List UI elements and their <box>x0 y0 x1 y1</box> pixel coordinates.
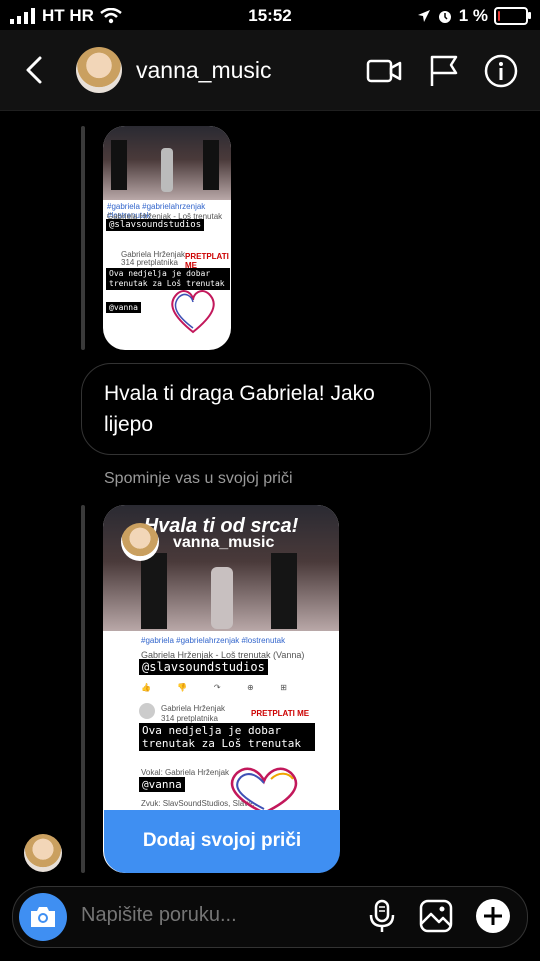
studio-tag: @slavsoundstudios <box>106 219 205 231</box>
reply-thread-line <box>81 126 85 350</box>
message-text: Hvala ti draga Gabriela! Jako lijepo <box>104 382 375 436</box>
chat-header: vanna_music <box>0 30 540 111</box>
reply-thread-line <box>81 505 85 873</box>
story-photo <box>103 126 231 200</box>
camera-button[interactable] <box>19 893 67 941</box>
avatar <box>121 523 159 561</box>
location-icon <box>417 10 430 22</box>
add-to-story-label: Dodaj svojoj priči <box>142 830 302 851</box>
back-icon[interactable] <box>20 52 50 88</box>
status-right: 1 % <box>417 6 531 26</box>
mention-tag: @vanna <box>139 777 185 792</box>
studio-panel <box>111 140 127 190</box>
heart-sticker-icon <box>171 290 215 334</box>
performer-figure <box>211 567 233 629</box>
studio-panel <box>141 553 167 629</box>
studio-panel <box>203 140 219 190</box>
studio-tag: @slavsoundstudios <box>139 659 268 675</box>
subscriber-count: 314 pretplatnika <box>121 258 178 267</box>
gallery-icon[interactable] <box>418 898 454 934</box>
performer-figure <box>161 148 173 192</box>
avatar[interactable] <box>24 834 62 872</box>
subscribe-label: PRETPLATI ME <box>251 709 310 718</box>
vocals-credit: Vokal: Gabriela Hrženjak <box>141 768 230 777</box>
story-mention-notice: Spominje vas u svojoj priči <box>104 470 293 487</box>
battery-icon <box>494 7 531 25</box>
avatar[interactable] <box>76 47 122 93</box>
video-action-row: 👍 👎 ↷ ⊕ ⊞ <box>141 683 287 692</box>
story-caption: Ova nedjelja je dobar trenutak za Loš tr… <box>139 723 315 751</box>
info-icon[interactable] <box>483 54 519 88</box>
camera-icon <box>31 907 55 927</box>
message-input[interactable] <box>81 904 341 927</box>
story-hashtags: #gabriela #gabrielahrzenjak #lostrenutak <box>141 636 286 645</box>
battery-percent: 1 % <box>458 6 488 25</box>
studio-panel <box>271 553 297 629</box>
shared-story-thumbnail[interactable]: #gabriela #gabrielahrzenjak #lostrenutak… <box>103 126 231 350</box>
story-username: vanna_music <box>173 534 275 551</box>
microphone-icon[interactable] <box>364 898 400 934</box>
video-call-icon[interactable] <box>366 54 402 88</box>
subscriber-count: 314 pretplatnika <box>161 714 218 723</box>
heart-sticker-icon <box>230 767 298 815</box>
alarm-icon <box>438 11 451 23</box>
flag-icon[interactable] <box>426 54 462 88</box>
status-bar: HT HR 15:52 1 % <box>0 0 540 30</box>
battery-fill <box>498 11 500 21</box>
chat-title[interactable]: vanna_music <box>136 57 272 84</box>
channel-avatar <box>139 703 155 719</box>
mention-tag: @vanna <box>106 302 141 313</box>
plus-icon[interactable] <box>475 898 511 934</box>
channel-name: Gabriela Hrženjak <box>161 704 226 713</box>
